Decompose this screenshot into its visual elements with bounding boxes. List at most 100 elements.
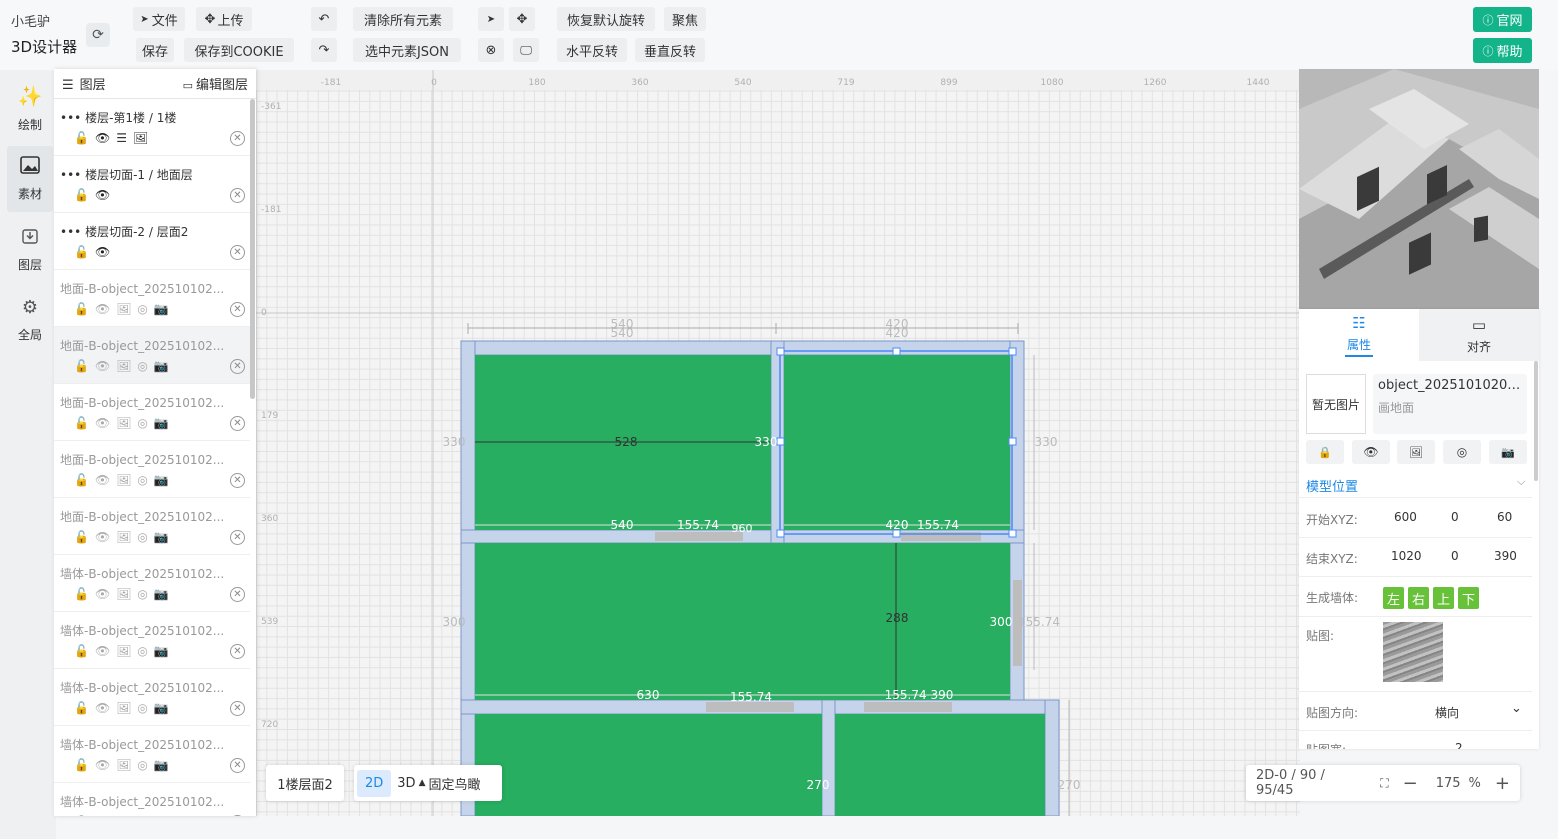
layer-item[interactable]: 地面-B-object_202510102... 🔓 👁 🖼 ◎ 📷 ✕ xyxy=(54,327,250,384)
unlock-icon[interactable]: 🔓 xyxy=(74,473,89,487)
camera-icon[interactable]: 📷 xyxy=(154,815,169,816)
undo-button[interactable]: ↶ xyxy=(311,7,337,31)
screen-tool-button[interactable]: 🖵 xyxy=(513,38,539,62)
target-icon[interactable]: ◎ xyxy=(137,701,147,715)
eye-icon[interactable]: 👁 xyxy=(95,131,110,145)
wall-left-button[interactable]: 左 xyxy=(1383,587,1404,609)
tab-align[interactable]: ▭ 对齐 xyxy=(1419,309,1539,361)
eye-icon[interactable]: 👁 xyxy=(95,815,110,816)
texture-swatch[interactable] xyxy=(1383,622,1443,682)
image-icon[interactable]: 🖼 xyxy=(116,758,131,772)
reset-rotation-button[interactable]: 恢复默认旋转 xyxy=(557,7,655,31)
start-x[interactable]: 600 xyxy=(1394,510,1417,524)
unlock-icon[interactable]: 🔓 xyxy=(74,188,89,202)
design-canvas[interactable]: -181 0 180 360 540 719 899 1080 1260 1440 -361 -18… xyxy=(256,70,1300,816)
upload-button[interactable]: ✥ 上传 xyxy=(196,7,252,31)
camera-button[interactable]: 📷 xyxy=(1489,440,1527,464)
file-button[interactable]: ➤ 文件 xyxy=(133,7,185,31)
layer-item[interactable]: 墙体-B-object_202510102... 🔓 👁 🖼 ◎ 📷 ✕ xyxy=(54,669,250,726)
remove-layer-icon[interactable]: ✕ xyxy=(230,302,245,317)
layer-item[interactable]: 墙体-B-object_202510102... 🔓 👁 🖼 ◎ 📷 ✕ xyxy=(54,783,250,816)
unlock-icon[interactable]: 🔓 xyxy=(74,644,89,658)
layer-item[interactable]: 地面-B-object_202510102... 🔓 👁 🖼 ◎ 📷 ✕ xyxy=(54,441,250,498)
eye-icon[interactable]: 👁 xyxy=(95,473,110,487)
target-icon[interactable]: ◎ xyxy=(137,530,147,544)
remove-layer-icon[interactable]: ✕ xyxy=(230,587,245,602)
eye-icon[interactable]: 👁 xyxy=(95,530,110,544)
image-icon[interactable]: 🖼 xyxy=(116,416,131,430)
layer-item[interactable]: 地面-B-object_202510102... 🔓 👁 🖼 ◎ 📷 ✕ xyxy=(54,384,250,441)
remove-layer-icon[interactable]: ✕ xyxy=(230,530,245,545)
eye-icon[interactable]: 👁 xyxy=(95,359,110,373)
remove-layer-icon[interactable]: ✕ xyxy=(230,245,245,260)
layer-item[interactable]: 地面-B-object_202510102... 🔓 👁 🖼 ◎ 📷 ✕ xyxy=(54,498,250,555)
nav-draw[interactable]: ✨ 绘制 xyxy=(7,75,53,141)
unlock-icon[interactable]: 🔓 xyxy=(74,701,89,715)
save-cookie-button[interactable]: 保存到COOKIE xyxy=(184,38,294,62)
start-y[interactable]: 0 xyxy=(1451,510,1459,524)
layer-item[interactable]: ••• 楼层切面-2 / 层面2 🔓 👁 ✕ xyxy=(54,213,250,270)
floor-plan-svg[interactable]: -181 0 180 360 540 719 899 1080 1260 1440 -361 -18… xyxy=(256,70,1300,816)
cancel-tool-button[interactable]: ⊗ xyxy=(478,38,504,62)
unlock-icon[interactable]: 🔓 xyxy=(74,587,89,601)
image-icon[interactable]: 🖼 xyxy=(116,530,131,544)
end-z[interactable]: 390 xyxy=(1494,549,1517,563)
wall-right-button[interactable]: 右 xyxy=(1408,587,1429,609)
lock-button[interactable]: 🔒 xyxy=(1306,440,1344,464)
camera-icon[interactable]: 📷 xyxy=(154,359,169,373)
image-icon[interactable]: 🖼 xyxy=(116,815,131,816)
nav-material[interactable]: 素材 xyxy=(7,146,53,212)
model-position-section[interactable]: 模型位置 ⌵ xyxy=(1299,474,1532,498)
eye-icon[interactable]: 👁 xyxy=(95,245,110,259)
remove-layer-icon[interactable]: ✕ xyxy=(230,701,245,716)
unlock-icon[interactable]: 🔓 xyxy=(74,245,89,259)
camera-icon[interactable]: 📷 xyxy=(154,701,169,715)
image-icon[interactable]: 🖼 xyxy=(116,701,131,715)
image-icon[interactable]: 🖼 xyxy=(116,473,131,487)
zoom-out-button[interactable]: − xyxy=(1403,773,1418,794)
unlock-icon[interactable]: 🔓 xyxy=(74,416,89,430)
remove-layer-icon[interactable]: ✕ xyxy=(230,416,245,431)
texture-direction-select[interactable]: 横向 xyxy=(1435,704,1459,721)
unlock-icon[interactable]: 🔓 xyxy=(74,302,89,316)
clear-all-button[interactable]: 清除所有元素 xyxy=(353,7,453,31)
floor-selector[interactable]: 1楼层面2 xyxy=(266,765,344,801)
target-icon[interactable]: ◎ xyxy=(137,416,147,430)
layer-item[interactable]: ••• 楼层切面-1 / 地面层 🔓 👁 ✕ xyxy=(54,156,250,213)
target-icon[interactable]: ◎ xyxy=(137,815,147,816)
pan-tool-button[interactable]: ✥ xyxy=(509,7,535,31)
camera-icon[interactable]: 📷 xyxy=(154,302,169,316)
image-icon[interactable]: 🖼 xyxy=(116,644,131,658)
more-icon[interactable]: ••• xyxy=(60,168,81,182)
camera-icon[interactable]: 📷 xyxy=(154,587,169,601)
end-y[interactable]: 0 xyxy=(1451,549,1459,563)
fullscreen-icon[interactable]: ⛶ xyxy=(1380,776,1388,791)
unlock-icon[interactable]: 🔓 xyxy=(74,758,89,772)
nav-layers[interactable]: 图层 xyxy=(7,217,53,283)
end-x[interactable]: 1020 xyxy=(1391,549,1422,563)
more-icon[interactable]: ••• xyxy=(60,225,81,239)
image-icon[interactable]: 🖼 xyxy=(116,302,131,316)
layer-item[interactable]: ••• 楼层-第1楼 / 1楼 🔓 👁 ☰ 🖼 ✕ xyxy=(54,99,250,156)
redo-button[interactable]: ↷ xyxy=(311,38,337,62)
target-icon[interactable]: ◎ xyxy=(137,473,147,487)
camera-icon[interactable]: 📷 xyxy=(154,758,169,772)
remove-layer-icon[interactable]: ✕ xyxy=(230,131,245,146)
start-z[interactable]: 60 xyxy=(1497,510,1512,524)
remove-layer-icon[interactable]: ✕ xyxy=(230,473,245,488)
layer-item[interactable]: 地面-B-object_202510102... 🔓 👁 🖼 ◎ 📷 ✕ xyxy=(54,270,250,327)
wall-top-button[interactable]: 上 xyxy=(1433,587,1454,609)
target-icon[interactable]: ◎ xyxy=(137,359,147,373)
layer-item[interactable]: 墙体-B-object_202510102... 🔓 👁 🖼 ◎ 📷 ✕ xyxy=(54,726,250,783)
unlock-icon[interactable]: 🔓 xyxy=(74,359,89,373)
image-icon[interactable]: 🖼 xyxy=(116,587,131,601)
target-icon[interactable]: ◎ xyxy=(137,644,147,658)
target-icon[interactable]: ◎ xyxy=(137,302,147,316)
properties-scrollbar[interactable] xyxy=(1534,361,1538,481)
zoom-value[interactable]: 175 xyxy=(1436,776,1461,791)
flip-horizontal-button[interactable]: 水平反转 xyxy=(557,38,627,62)
image-icon[interactable]: 🖼 xyxy=(133,131,148,145)
select-tool-button[interactable]: ➤ xyxy=(478,7,504,31)
texture-width-value[interactable]: 2 xyxy=(1455,741,1463,749)
layer-item[interactable]: 墙体-B-object_202510102... 🔓 👁 🖼 ◎ 📷 ✕ xyxy=(54,612,250,669)
